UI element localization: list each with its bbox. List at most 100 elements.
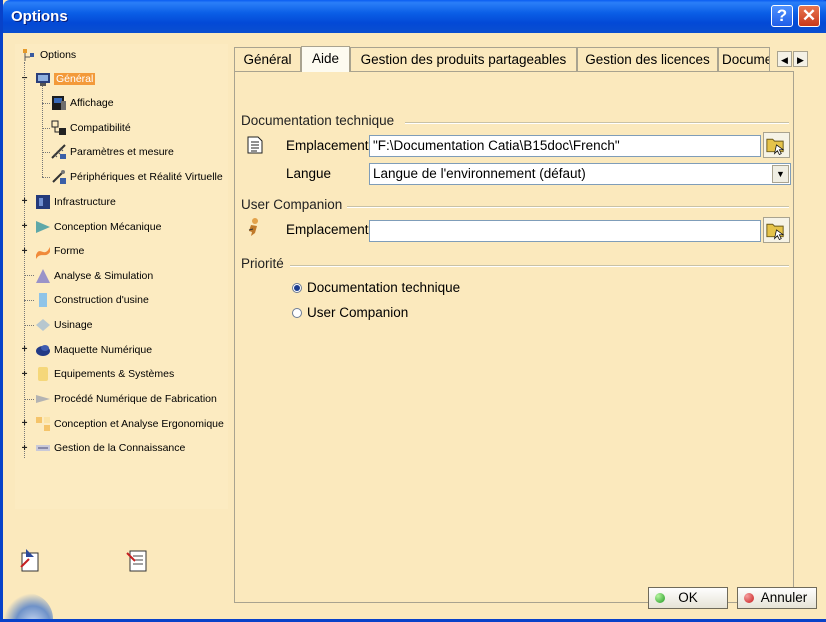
section-title-priority: Priorité <box>241 256 284 271</box>
digital-mockup-icon <box>36 345 50 356</box>
tree-label: Procédé Numérique de Fabrication <box>54 393 217 405</box>
options-tree-icon <box>23 49 34 61</box>
tree-item-compatibilite[interactable]: Compatibilité <box>51 118 131 138</box>
tree-item-maquette[interactable]: Maquette Numérique <box>35 340 152 360</box>
chevron-down-icon[interactable]: ▼ <box>772 165 789 183</box>
collapse-icon[interactable]: − <box>21 74 28 84</box>
tree-item-peripheriques[interactable]: Périphériques et Réalité Virtuelle <box>51 167 223 187</box>
document-icon <box>247 136 263 154</box>
doc-browse-button[interactable] <box>763 132 790 158</box>
tab-gestion-licences[interactable]: Gestion des licences <box>577 47 718 71</box>
display-icon <box>52 96 66 110</box>
doc-location-field[interactable]: "F:\Documentation Catia\B15doc\French" <box>369 135 761 157</box>
folder-icon <box>766 223 785 241</box>
ok-icon <box>655 593 665 603</box>
expand-icon[interactable]: + <box>21 444 28 454</box>
tree-label: Conception et Analyse Ergonomique <box>54 418 224 430</box>
export-settings-icon[interactable] <box>124 547 150 573</box>
tree-item-equipements[interactable]: Equipements & Systèmes <box>35 364 174 384</box>
cancel-label: Annuler <box>760 590 808 605</box>
companion-browse-button[interactable] <box>763 217 790 243</box>
ergonomics-icon <box>36 417 50 431</box>
tree-item-construction-usine[interactable]: Construction d'usine <box>35 290 149 310</box>
tree-item-infrastructure[interactable]: Infrastructure <box>35 192 116 212</box>
tree-label: Construction d'usine <box>54 294 149 306</box>
expand-icon[interactable]: + <box>21 370 28 380</box>
tree-item-general[interactable]: Général <box>35 69 96 89</box>
devices-icon <box>52 170 66 184</box>
tree-item-analyse[interactable]: Analyse & Simulation <box>35 266 153 286</box>
language-label: Langue <box>286 166 332 181</box>
priority-doc-radio[interactable] <box>292 283 302 293</box>
analysis-icon <box>36 269 50 283</box>
cancel-button[interactable]: Annuler <box>737 587 817 609</box>
title-bar[interactable]: Options ? ✕ <box>3 0 826 33</box>
tree-label: Paramètres et mesure <box>70 146 174 158</box>
tree-item-ergonomique[interactable]: Conception et Analyse Ergonomique <box>35 414 224 434</box>
tree-item-parametres[interactable]: Paramètres et mesure <box>51 142 174 162</box>
machining-icon <box>36 319 50 331</box>
tab-gestion-produits[interactable]: Gestion des produits partageables <box>350 47 577 71</box>
tree-label: Périphériques et Réalité Virtuelle <box>70 171 223 183</box>
tab-scroll-left-button[interactable]: ◀ <box>777 51 792 67</box>
section-title-documentation: Documentation technique <box>241 113 395 128</box>
tree-item-usinage[interactable]: Usinage <box>35 315 93 335</box>
plant-icon <box>39 293 47 307</box>
tree-item-options[interactable]: Options <box>21 45 76 65</box>
ok-label: OK <box>678 590 698 605</box>
tree-label: Compatibilité <box>70 122 131 134</box>
app-logo-corner <box>3 593 53 619</box>
section-title-companion: User Companion <box>241 197 343 212</box>
tree-label: Options <box>40 49 77 61</box>
language-dropdown[interactable]: Langue de l'environnement (défaut) <box>369 163 791 185</box>
tree-label: Forme <box>54 245 85 257</box>
tree-label: Conception Mécanique <box>54 221 162 233</box>
tab-documentation[interactable]: Documen <box>718 47 770 71</box>
infrastructure-icon <box>36 195 50 209</box>
compatibility-icon <box>51 120 66 135</box>
priority-companion-radio[interactable] <box>292 308 302 318</box>
shape-icon <box>36 247 50 259</box>
companion-icon <box>248 218 258 236</box>
ok-button[interactable]: OK <box>648 587 728 609</box>
dialog-body: − + + + + + + + Options Général Affichag… <box>3 33 826 619</box>
priority-companion-label: User Companion <box>307 305 409 320</box>
doc-location-label: Emplacement <box>286 138 369 153</box>
tree-label: Maquette Numérique <box>54 344 153 356</box>
expand-icon[interactable]: + <box>21 419 28 429</box>
manufacturing-icon <box>36 395 50 403</box>
cancel-icon <box>744 593 754 603</box>
tree-label: Infrastructure <box>54 196 116 208</box>
tab-scroll-right-button[interactable]: ▶ <box>793 51 808 67</box>
expand-icon[interactable]: + <box>21 247 28 257</box>
companion-location-field[interactable] <box>369 220 761 242</box>
aide-panel: Documentation technique Emplacement "F:\… <box>234 71 794 603</box>
tree-label: Affichage <box>70 97 114 109</box>
tree-item-conception-mecanique[interactable]: Conception Mécanique <box>35 217 161 237</box>
mechanical-design-icon <box>36 221 50 233</box>
tab-aide[interactable]: Aide <box>301 46 350 72</box>
tree-item-affichage[interactable]: Affichage <box>51 93 114 113</box>
tree-label: Analyse & Simulation <box>54 270 154 282</box>
options-tree: − + + + + + + + Options Général Affichag… <box>15 44 228 509</box>
expand-icon[interactable]: + <box>21 345 28 355</box>
general-icon <box>36 73 50 86</box>
tree-label: Général <box>54 73 96 85</box>
close-button[interactable]: ✕ <box>798 5 820 27</box>
window-title: Options <box>11 8 68 25</box>
options-window: Options ? ✕ − + + + + + + + Options Géné… <box>0 0 826 622</box>
tree-label: Usinage <box>54 319 93 331</box>
tree-item-procede[interactable]: Procédé Numérique de Fabrication <box>35 389 217 409</box>
knowledge-icon <box>36 445 50 451</box>
tree-item-connaissance[interactable]: Gestion de la Connaissance <box>35 438 185 458</box>
tree-label: Equipements & Systèmes <box>54 368 175 380</box>
expand-icon[interactable]: + <box>21 197 28 207</box>
tab-general[interactable]: Général <box>234 47 301 71</box>
parameters-icon <box>51 144 66 159</box>
help-button[interactable]: ? <box>771 5 793 27</box>
tree-item-forme[interactable]: Forme <box>35 241 84 261</box>
companion-location-label: Emplacement <box>286 222 369 237</box>
expand-icon[interactable]: + <box>21 222 28 232</box>
folder-icon <box>766 138 785 156</box>
import-settings-icon[interactable] <box>18 547 44 573</box>
